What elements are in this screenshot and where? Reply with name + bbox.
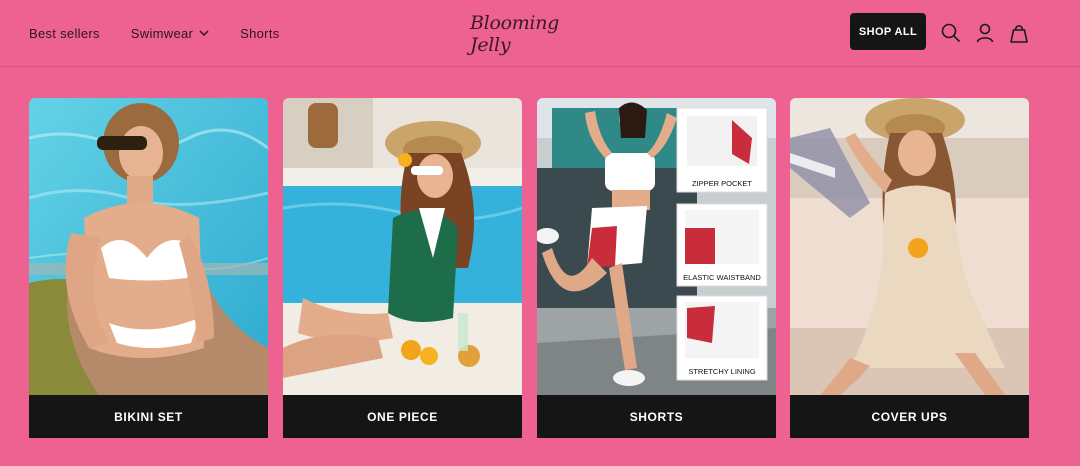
site-header: Best sellers Swimwear Shorts Blooming Je… — [0, 0, 1080, 67]
chevron-down-icon — [199, 30, 209, 37]
one-piece-label: ONE PIECE — [283, 395, 522, 438]
cart-icon[interactable] — [1008, 22, 1030, 44]
cover-ups-image — [790, 98, 1029, 395]
search-icon[interactable] — [940, 22, 962, 44]
category-card-one-piece[interactable]: ONE PIECE — [283, 98, 522, 438]
main-nav: Best sellers Swimwear Shorts — [29, 26, 311, 41]
nav-shorts[interactable]: Shorts — [240, 26, 279, 41]
bikini-set-label: BIKINI SET — [29, 395, 268, 438]
cover-ups-label: COVER UPS — [790, 395, 1029, 438]
brand-logo[interactable]: Blooming Jelly — [470, 12, 590, 56]
category-card-cover-ups[interactable]: COVER UPS — [790, 98, 1029, 438]
one-piece-image — [283, 98, 522, 395]
category-card-bikini-set[interactable]: BIKINI SET — [29, 98, 268, 438]
nav-best-sellers-label: Best sellers — [29, 26, 100, 41]
bikini-set-image — [29, 98, 268, 395]
callout-zipper-pocket: ZIPPER POCKET — [692, 179, 752, 188]
nav-swimwear[interactable]: Swimwear — [131, 26, 209, 41]
nav-best-sellers[interactable]: Best sellers — [29, 26, 100, 41]
shorts-image: ZIPPER POCKET ELASTIC WAISTBAND STRETCHY… — [537, 98, 776, 395]
nav-shorts-label: Shorts — [240, 26, 280, 41]
callout-elastic-waistband: ELASTIC WAISTBAND — [683, 273, 761, 282]
brand-logo-text: Blooming Jelly — [470, 12, 560, 56]
callout-stretchy-lining: STRETCHY LINING — [688, 367, 756, 376]
nav-swimwear-label: Swimwear — [130, 26, 194, 41]
shop-all-button[interactable]: SHOP ALL — [850, 13, 926, 50]
category-card-shorts[interactable]: ZIPPER POCKET ELASTIC WAISTBAND STRETCHY… — [537, 98, 776, 438]
callout-panels: ZIPPER POCKET ELASTIC WAISTBAND STRETCHY… — [676, 107, 768, 381]
account-icon[interactable] — [974, 22, 996, 44]
shorts-label: SHORTS — [537, 395, 776, 438]
